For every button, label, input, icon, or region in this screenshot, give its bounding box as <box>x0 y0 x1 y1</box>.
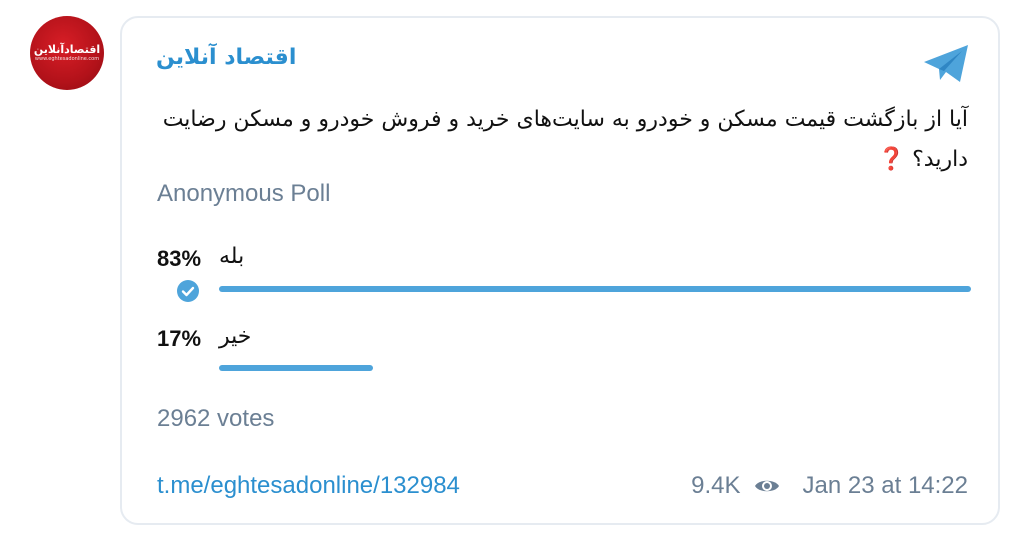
post-meta: 9.4K Jan 23 at 14:22 <box>691 472 968 500</box>
option-yes-bar <box>219 286 971 292</box>
option-yes-percent: 83% <box>157 246 202 271</box>
option-no-label: خیر <box>219 324 252 349</box>
option-yes-label: بله <box>219 244 245 269</box>
vote-count: 2962 votes <box>157 405 275 432</box>
post-link[interactable]: t.me/eghtesadonline/132984 <box>157 472 460 500</box>
option-no-bar <box>219 365 373 371</box>
question-mark-icon: ❓ <box>877 147 906 172</box>
view-count: 9.4K <box>691 472 741 499</box>
poll-message-card: اقتصاد آنلاین آیا از بازگشت قیمت مسکن و … <box>120 16 1000 525</box>
telegram-icon <box>924 45 968 82</box>
question-text: آیا از بازگشت قیمت مسکن و خودرو به سایت‌… <box>162 107 968 172</box>
channel-name[interactable]: اقتصاد آنلاین <box>156 45 296 70</box>
channel-avatar[interactable]: اقتصادآنلاین www.eghtesadonline.com <box>30 16 104 90</box>
avatar-logo-subtext: www.eghtesadonline.com <box>34 55 100 62</box>
post-date: Jan 23 at 14:22 <box>802 472 968 499</box>
poll-type-label: Anonymous Poll <box>157 180 331 207</box>
option-no-percent: 17% <box>157 326 202 351</box>
poll-question: آیا از بازگشت قیمت مسکن و خودرو به سایت‌… <box>152 100 968 180</box>
eye-icon <box>754 480 779 492</box>
check-icon <box>177 280 199 302</box>
avatar-logo-text: اقتصادآنلاین <box>33 42 101 56</box>
